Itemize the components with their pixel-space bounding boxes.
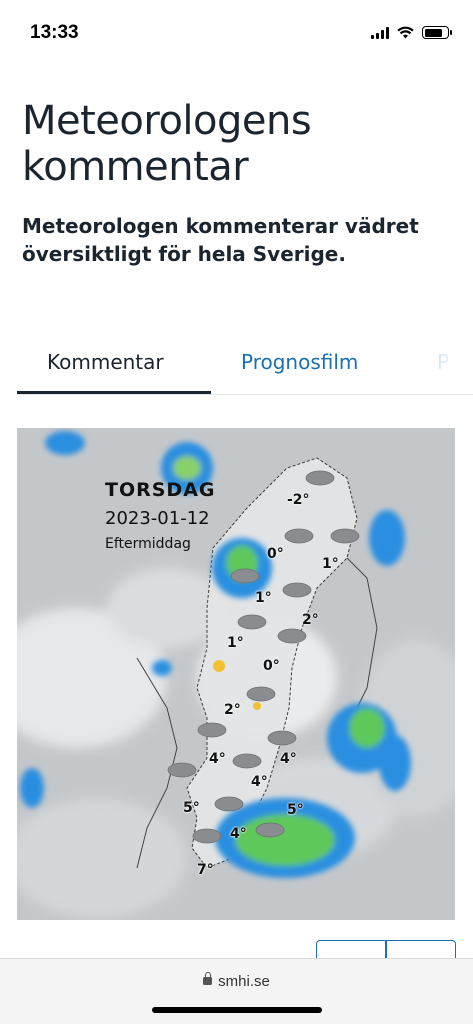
status-icons bbox=[371, 26, 452, 39]
map-temperature-label: 1° bbox=[255, 590, 272, 606]
page-subtitle: Meteorologen kommenterar vädret översikt… bbox=[22, 214, 419, 266]
status-bar: 13:33 bbox=[0, 0, 473, 68]
map-temperature-label: 1° bbox=[322, 556, 339, 572]
map-temperature-label: -2° bbox=[287, 492, 310, 508]
map-temperature-label: 4° bbox=[251, 774, 268, 790]
lock-icon bbox=[203, 972, 213, 985]
active-tab-indicator bbox=[17, 391, 211, 394]
map-temperature-label: 5° bbox=[183, 800, 200, 816]
page-title: Meteorologens kommentar bbox=[22, 98, 312, 190]
map-temperature-label: 1° bbox=[227, 635, 244, 651]
tab-prognosfilm[interactable]: Prognosfilm bbox=[241, 350, 358, 374]
map-temperature-label: 0° bbox=[263, 658, 280, 674]
browser-url-bar[interactable]: smhi.se bbox=[0, 958, 473, 1024]
home-indicator bbox=[152, 1007, 322, 1013]
weather-map[interactable]: TORSDAG 2023-01-12 Eftermiddag -2° 0° 1°… bbox=[17, 428, 455, 920]
map-temperature-label: 4° bbox=[230, 826, 247, 842]
tab-bar: Kommentar Prognosfilm P bbox=[17, 340, 473, 395]
map-time-of-day-label: Eftermiddag bbox=[105, 536, 191, 552]
map-temperature-label: 4° bbox=[209, 751, 226, 767]
tab-kommentar[interactable]: Kommentar bbox=[47, 350, 164, 374]
wifi-icon bbox=[397, 26, 414, 39]
map-temperature-label: 4° bbox=[280, 751, 297, 767]
cellular-signal-icon bbox=[371, 26, 389, 39]
map-temperature-label: 2° bbox=[302, 612, 319, 628]
url-text: smhi.se bbox=[218, 973, 270, 990]
status-time: 13:33 bbox=[30, 22, 79, 43]
map-temperature-label: 5° bbox=[287, 802, 304, 818]
tab-next-partial[interactable]: P bbox=[437, 350, 449, 374]
map-temperature-label: 0° bbox=[267, 546, 284, 562]
weather-map-graphic bbox=[17, 428, 455, 920]
map-date-label: 2023-01-12 bbox=[105, 508, 210, 529]
map-temperature-label: 7° bbox=[197, 862, 214, 878]
map-day-label: TORSDAG bbox=[105, 479, 216, 501]
map-temperature-label: 2° bbox=[224, 702, 241, 718]
battery-icon bbox=[422, 26, 452, 39]
